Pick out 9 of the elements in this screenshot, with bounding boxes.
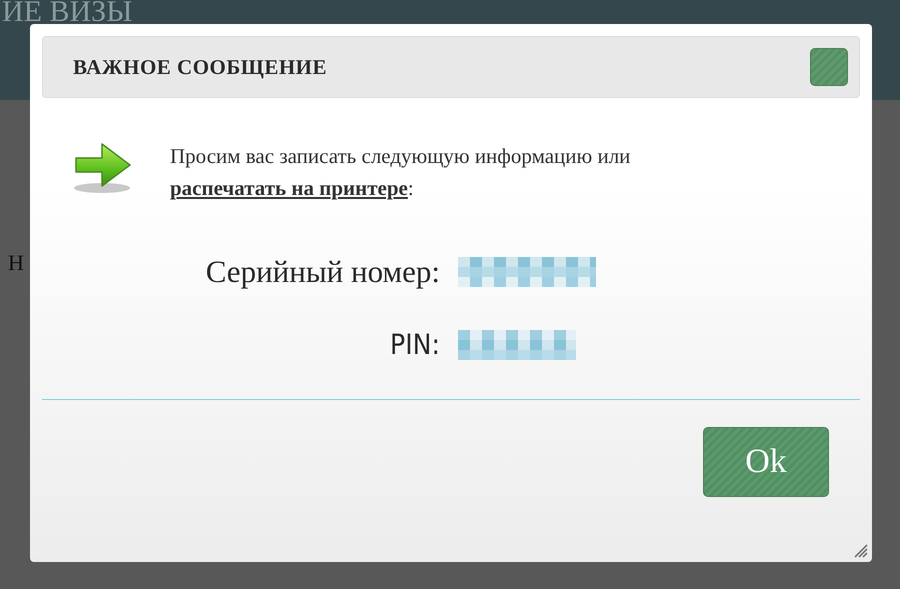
print-link[interactable]: распечатать на принтере bbox=[170, 176, 408, 200]
ok-button[interactable]: Ok bbox=[703, 427, 829, 497]
page-text: Н bbox=[8, 250, 24, 276]
field-label: PIN: bbox=[389, 328, 440, 361]
page-title: ИЕ ВИЗЫ bbox=[1, 0, 134, 24]
dialog-title: ВАЖНОЕ СООБЩЕНИЕ bbox=[73, 54, 328, 80]
field-label: Серийный номер: bbox=[204, 254, 440, 290]
message-text: Просим вас записать следующую информацию или распечатать на принтере: bbox=[170, 143, 632, 202]
resize-grip-icon[interactable] bbox=[854, 544, 868, 558]
